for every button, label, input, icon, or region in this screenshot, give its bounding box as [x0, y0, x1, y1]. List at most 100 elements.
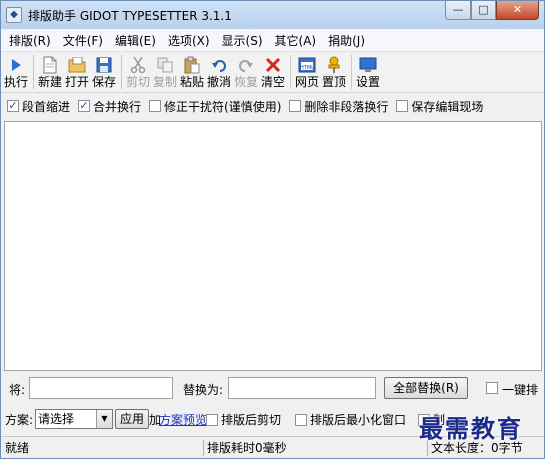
clear-label: 清空 [261, 75, 286, 89]
cut-after-checkbox[interactable] [206, 414, 218, 426]
undo-icon [210, 56, 228, 74]
save-session-checkbox[interactable] [396, 100, 409, 112]
pin-top-button[interactable]: 置顶 [322, 53, 346, 91]
paste-clipboard-icon [183, 56, 201, 74]
menu-other[interactable]: 其它(A) [269, 32, 323, 49]
menu-donate[interactable]: 捐助(J) [322, 32, 371, 49]
find-input[interactable] [29, 377, 173, 399]
cut-label: 剪切 [126, 75, 151, 89]
fix-noise-option[interactable]: 修正干扰符(谨慎使用) [149, 98, 281, 115]
save-session-label: 保存编辑现场 [411, 99, 484, 114]
watermark: 最需教育 [419, 414, 523, 443]
html-page-icon: HTML [298, 56, 316, 74]
scheme-preview-link[interactable]: 方案预览 [159, 411, 207, 428]
menu-typeset[interactable]: 排版(R) [3, 32, 57, 49]
new-button[interactable]: 新建 [38, 53, 62, 91]
status-elapsed: 排版耗时0毫秒 [207, 441, 287, 455]
close-button[interactable]: ✕ [496, 1, 539, 20]
apply-button[interactable]: 应用 [115, 409, 149, 429]
indent-label: 段首缩进 [22, 99, 71, 114]
replace-all-button[interactable]: 全部替换(R) [384, 377, 468, 399]
one-click-checkbox[interactable] [486, 382, 498, 394]
open-button[interactable]: 打开 [65, 53, 89, 91]
run-button[interactable]: 执行 [4, 53, 28, 91]
scheme-select[interactable]: 请选择 ▼ [35, 409, 113, 429]
window-title: 排版助手 GIDOT TYPESETTER 3.1.1 [28, 9, 232, 23]
merge-lines-checkbox[interactable]: ✓ [78, 100, 91, 112]
open-folder-icon [68, 56, 86, 74]
new-label: 新建 [38, 75, 63, 89]
save-label: 保存 [92, 75, 117, 89]
window-controls: — □ ✕ [445, 1, 539, 20]
paste-label: 粘贴 [180, 75, 205, 89]
replace-label: 替换为: [183, 383, 224, 397]
menu-options[interactable]: 选项(X) [162, 32, 216, 49]
toolbar-separator [121, 55, 122, 89]
minimize-button[interactable]: — [445, 1, 471, 20]
scheme-label: 方案: [5, 413, 34, 427]
replace-bar: 将: 替换为: 全部替换(R) 一键排 [1, 375, 544, 403]
cut-after-label: 排版后剪切 [221, 413, 282, 427]
chevron-down-icon[interactable]: ▼ [96, 410, 112, 428]
one-click-label: 一键排 [502, 383, 539, 397]
toolbar-separator [33, 55, 34, 89]
redo-label: 恢复 [234, 75, 259, 89]
status-state: 就绪 [5, 441, 30, 455]
web-button[interactable]: HTML 网页 [295, 53, 319, 91]
toolbar: 执行 新建 打开 保存 剪切 复制 粘贴 撤消 恢复 清空 HTML 网页 置顶… [1, 53, 544, 93]
options-bar: ✓ 段首缩进 ✓ 合并换行 修正干扰符(谨慎使用) 删除非段落换行 保存编辑现场 [1, 94, 544, 118]
minimize-after-checkbox[interactable] [295, 414, 307, 426]
minimize-after-label: 排版后最小化窗口 [310, 413, 407, 427]
fix-noise-checkbox[interactable] [149, 100, 162, 112]
remove-breaks-label: 删除非段落换行 [304, 99, 389, 114]
clear-button[interactable]: 清空 [261, 53, 285, 91]
undo-label: 撤消 [207, 75, 232, 89]
app-icon: ◆ [6, 7, 22, 23]
find-label: 将: [9, 383, 26, 397]
remove-breaks-checkbox[interactable] [289, 100, 302, 112]
svg-text:HTML: HTML [300, 65, 314, 71]
app-window: ◆ 排版助手 GIDOT TYPESETTER 3.1.1 — □ ✕ 排版(R… [0, 0, 545, 459]
redo-icon [237, 56, 255, 74]
save-session-option[interactable]: 保存编辑现场 [396, 98, 483, 115]
red-x-icon [264, 56, 282, 74]
indent-checkbox[interactable]: ✓ [7, 100, 19, 112]
scheme-selected-value: 请选择 [38, 412, 75, 426]
new-file-icon [41, 56, 59, 74]
merge-lines-label: 合并换行 [93, 99, 142, 114]
paste-button[interactable]: 粘贴 [180, 53, 204, 91]
merge-lines-option[interactable]: ✓ 合并换行 [78, 98, 141, 115]
menu-bar: 排版(R) 文件(F) 编辑(E) 选项(X) 显示(S) 其它(A) 捐助(J… [1, 30, 544, 52]
floppy-disk-icon [95, 56, 113, 74]
status-divider [203, 440, 204, 456]
copy-button[interactable]: 复制 [153, 53, 177, 91]
remove-breaks-option[interactable]: 删除非段落换行 [289, 98, 388, 115]
pin-top-label: 置顶 [322, 75, 347, 89]
settings-button[interactable]: 设置 [356, 53, 380, 91]
scissors-icon [129, 56, 147, 74]
save-button[interactable]: 保存 [92, 53, 116, 91]
undo-button[interactable]: 撤消 [207, 53, 231, 91]
redo-button[interactable]: 恢复 [234, 53, 258, 91]
maximize-button[interactable]: □ [471, 1, 496, 20]
pin-icon [325, 56, 343, 74]
cut-button[interactable]: 剪切 [126, 53, 150, 91]
settings-label: 设置 [356, 75, 381, 89]
web-label: 网页 [295, 75, 320, 89]
fix-noise-label: 修正干扰符(谨慎使用) [164, 99, 282, 114]
menu-file[interactable]: 文件(F) [57, 32, 109, 49]
run-label: 执行 [4, 75, 29, 89]
open-label: 打开 [65, 75, 90, 89]
toolbar-separator [290, 55, 291, 89]
play-icon [7, 56, 25, 74]
indent-option[interactable]: ✓ 段首缩进 [7, 98, 70, 115]
replace-input[interactable] [228, 377, 376, 399]
menu-edit[interactable]: 编辑(E) [109, 32, 162, 49]
menu-view[interactable]: 显示(S) [216, 32, 269, 49]
text-editor[interactable] [4, 121, 542, 371]
copy-icon [156, 56, 174, 74]
monitor-settings-icon [359, 56, 377, 74]
title-bar[interactable]: ◆ 排版助手 GIDOT TYPESETTER 3.1.1 — □ ✕ [1, 1, 544, 29]
toolbar-separator [351, 55, 352, 89]
copy-label: 复制 [153, 75, 178, 89]
